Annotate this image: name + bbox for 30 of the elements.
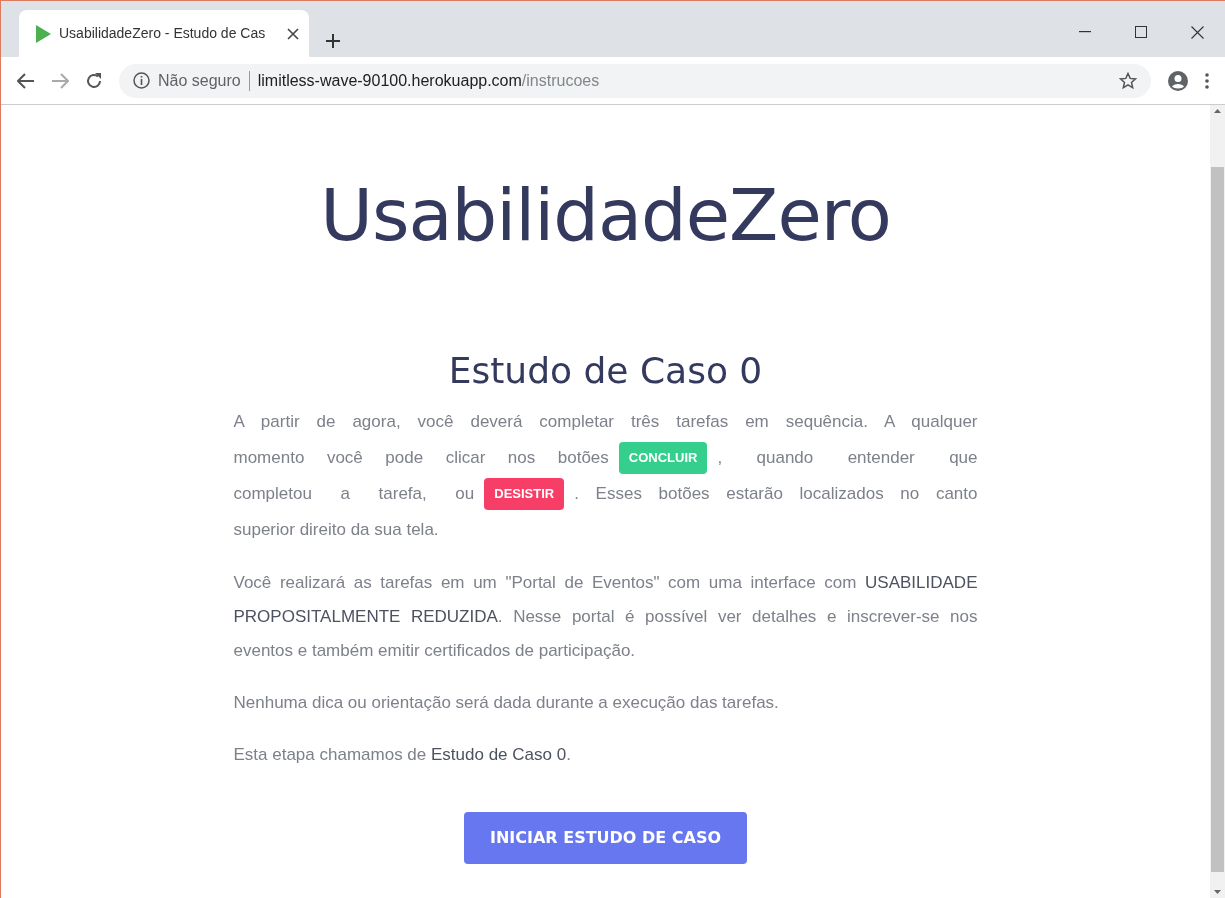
- info-icon: [133, 72, 150, 89]
- back-icon[interactable]: [17, 72, 35, 89]
- intro-text: momento você pode clicar nos botões: [233, 447, 609, 470]
- intro-text: completou a tarefa, ou: [233, 483, 475, 506]
- start-button[interactable]: INICIAR ESTUDO DE CASO: [463, 812, 748, 865]
- status-badge: DESISTIR: [484, 478, 565, 511]
- star-icon[interactable]: [1119, 71, 1137, 90]
- intro-text: . Esses botões estarão localizados no canto: [574, 483, 978, 506]
- address-bar[interactable]: Não seguro limitless-wave-90100.herokuapp.com/instrucoes: [119, 63, 1151, 98]
- page-heading: Estudo de Caso 0: [447, 349, 764, 393]
- status-badge: CONCLUIR: [618, 442, 708, 475]
- paragraph: Esta etapa chamamos de Estudo de Caso 0.: [233, 744, 572, 767]
- account-icon[interactable]: [1167, 69, 1189, 92]
- new-tab-icon[interactable]: [325, 33, 341, 49]
- intro-text: , quando entender que: [717, 447, 978, 470]
- paragraph: Nenhuma dica ou orientação será dada durante a execução das tarefas.: [233, 692, 780, 715]
- logo-text: UsabilidadeZero: [319, 172, 892, 259]
- reload-icon[interactable]: [85, 71, 103, 90]
- paragraph: Você realizará as tarefas em um "Portal de Eventos" com uma interface com USABILIDADE PROPOSITALMENTE REDUZIDA. Nesse portal é possível ver detalhes e inscrever-se nos eventos e também emitir certificados de participação.: [233, 572, 978, 663]
- intro-text: superior direito da sua tela.: [233, 519, 440, 542]
- intro-text: A partir de agora, você deverá completar três tarefas em sequência. A qualquer: [233, 411, 978, 434]
- scrollbar-thumb[interactable]: [1211, 167, 1224, 872]
- minimize-icon[interactable]: [1079, 31, 1091, 33]
- close-icon[interactable]: [1190, 25, 1204, 39]
- security-label: Não seguro: [158, 70, 241, 91]
- url-text: limitless-wave-90100.herokuapp.com/instrucoes: [257, 70, 600, 91]
- menu-icon[interactable]: [1205, 72, 1209, 89]
- maximize-icon[interactable]: [1135, 26, 1147, 38]
- play-icon: [35, 24, 51, 43]
- close-icon[interactable]: [287, 27, 299, 40]
